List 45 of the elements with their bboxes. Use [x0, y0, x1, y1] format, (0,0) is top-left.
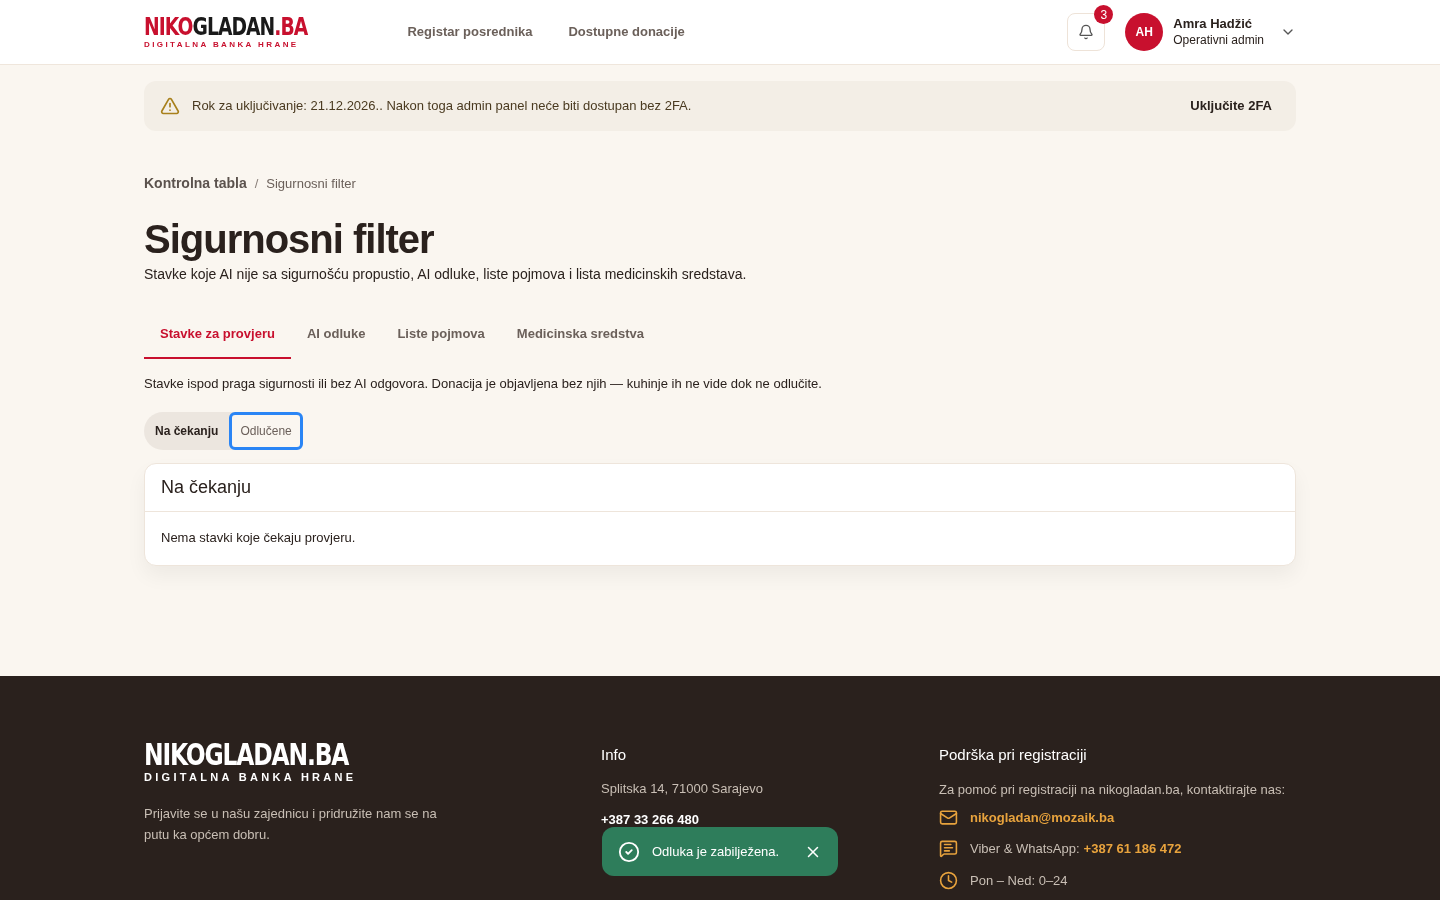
breadcrumb-current: Sigurnosni filter: [266, 174, 356, 193]
enable-2fa-button[interactable]: Uključite 2FA: [1182, 96, 1280, 116]
envelope-icon: [939, 807, 958, 827]
footer-address: Splitska 14, 71000 Sarajevo: [601, 779, 764, 798]
footer-heading: Podrška pri registraciji: [939, 745, 1088, 765]
page-title: Sigurnosni filter: [144, 218, 435, 260]
logo-text: GLADAN: [192, 15, 275, 39]
contact-label: Viber & WhatsApp:: [970, 840, 1080, 858]
logo-text: NIKO: [144, 15, 193, 39]
tab[interactable]: Medicinska sredstva: [500, 311, 660, 359]
contact-link[interactable]: nikogladan@mozaik.ba: [970, 807, 1115, 827]
nav-link[interactable]: Dostupne donacije: [568, 22, 685, 42]
bell-icon: [1078, 24, 1095, 40]
logo-text: NIKOGLADAN.BA: [144, 740, 349, 770]
check-circle-icon: [618, 840, 640, 863]
user-avatar[interactable]: AH: [1125, 13, 1164, 51]
chat-icon: [939, 839, 958, 859]
panel-title: Na čekanju: [145, 463, 1295, 512]
logo-tagline: DIGITALNA BANKA HRANE: [144, 772, 358, 783]
segment-option[interactable]: Odlučene: [229, 411, 303, 450]
breadcrumb-separator: /: [254, 174, 259, 193]
empty-message: Nema stavki koje čekaju provjeru.: [160, 529, 357, 548]
section-description: Stavke ispod praga sigurnosti ili bez AI odgovora. Donacija je objavljena bez njih — kuhinje ih ne vide dok ne odlučite.: [144, 375, 823, 393]
footer-phone: +387 33 266 480: [601, 811, 700, 829]
contact-label: Pon – Ned: 0–24: [970, 871, 1068, 890]
notification-count: 3: [1094, 5, 1114, 24]
breadcrumb-link[interactable]: Kontrolna tabla: [144, 173, 247, 194]
segment-option[interactable]: Na čekanju: [144, 411, 230, 450]
tab[interactable]: Liste pojmova: [381, 311, 501, 359]
tab[interactable]: AI odluke: [290, 311, 382, 359]
footer-about: Prijavite se u našu zajednicu i pridružite nam se na putu ka općem dobru.: [144, 805, 438, 844]
nav-link[interactable]: Registar posrednika: [407, 22, 533, 42]
logo-text: .BA: [274, 15, 308, 39]
page-subtitle: Stavke koje AI nije sa sigurnošću propustio, AI odluke, liste pojmova i lista medicinskih sredstava.: [144, 265, 748, 284]
warning-icon: [160, 96, 180, 116]
toast-message: Odluka je zabilježena.: [652, 842, 780, 861]
logo-tagline: DIGITALNA BANKA HRANE: [144, 41, 300, 49]
contact-link[interactable]: +387 61 186 472: [1083, 839, 1182, 859]
banner-text: Rok za uključivanje: 21.12.2026.. Nakon toga admin panel neće biti dostupan bez 2FA.: [192, 97, 692, 116]
user-name: Amra Hadžić: [1173, 16, 1254, 33]
support-text: Za pomoć pri registraciji na nikogladan.ba, kontaktirajte nas:: [939, 780, 1287, 799]
tab[interactable]: Stavke za provjeru: [144, 311, 291, 359]
user-role: Operativni admin: [1173, 32, 1264, 48]
footer-heading: Info: [601, 745, 628, 765]
clock-icon: [939, 870, 958, 890]
